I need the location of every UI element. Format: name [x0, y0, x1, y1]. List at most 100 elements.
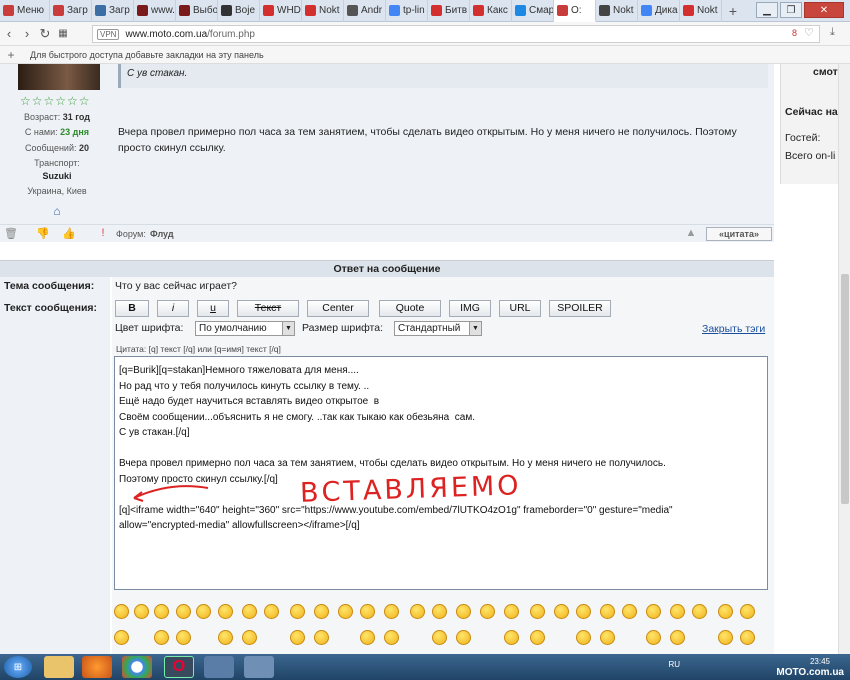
download-icon[interactable]: ⤓: [830, 26, 835, 39]
smiley-icon[interactable]: [314, 604, 329, 619]
smiley-icon[interactable]: [692, 604, 707, 619]
smiley-icon[interactable]: [480, 604, 495, 619]
smiley-icon[interactable]: [432, 604, 447, 619]
smiley-icon[interactable]: [338, 604, 353, 619]
forward-icon[interactable]: ›: [18, 26, 36, 41]
tab-16[interactable]: Nokt: [680, 0, 722, 22]
smiley-icon[interactable]: [360, 630, 375, 645]
smiley-icon[interactable]: [530, 604, 545, 619]
app-icon[interactable]: [204, 656, 234, 678]
back-icon[interactable]: ‹: [0, 26, 18, 41]
close-window-button[interactable]: ✕: [804, 2, 844, 18]
tab-1[interactable]: Загр: [50, 0, 92, 22]
smiley-icon[interactable]: [176, 630, 191, 645]
smiley-icon[interactable]: [600, 604, 615, 619]
smiley-icon[interactable]: [646, 630, 661, 645]
smiley-icon[interactable]: [456, 630, 471, 645]
smiley-icon[interactable]: [196, 604, 211, 619]
maximize-button[interactable]: ❐: [780, 2, 802, 18]
tab-3[interactable]: www.: [134, 0, 176, 22]
bold-button[interactable]: B: [115, 300, 149, 317]
tab-12[interactable]: Смар: [512, 0, 554, 22]
smiley-icon[interactable]: [134, 604, 149, 619]
smiley-icon[interactable]: [218, 604, 233, 619]
url-input[interactable]: VPN www.moto.com.ua/forum.php: [92, 25, 820, 43]
tab-10[interactable]: Битв: [428, 0, 470, 22]
center-button[interactable]: Center: [307, 300, 369, 317]
start-button[interactable]: ⊞: [4, 656, 32, 678]
smiley-icon[interactable]: [154, 630, 169, 645]
smiley-icon[interactable]: [114, 604, 129, 619]
smiley-icon[interactable]: [410, 604, 425, 619]
smiley-icon[interactable]: [384, 630, 399, 645]
smiley-icon[interactable]: [576, 604, 591, 619]
cite-button[interactable]: «цитата»: [706, 227, 772, 241]
close-tags-link[interactable]: Закрыть тэги: [702, 323, 765, 335]
img-button[interactable]: IMG: [449, 300, 491, 317]
tab-15[interactable]: Дика: [638, 0, 680, 22]
tab-13[interactable]: O:: [554, 0, 596, 22]
minimize-button[interactable]: ▁: [756, 2, 778, 18]
add-bookmark-icon[interactable]: +: [0, 48, 22, 62]
underline-button[interactable]: u: [197, 300, 229, 317]
smiley-icon[interactable]: [740, 604, 755, 619]
thumbs-up-icon[interactable]: 👍: [62, 227, 76, 240]
smiley-icon[interactable]: [176, 604, 191, 619]
smiley-icon[interactable]: [718, 604, 733, 619]
smiley-icon[interactable]: [670, 630, 685, 645]
font-color-select[interactable]: По умолчанию ▼: [195, 321, 295, 336]
reload-icon[interactable]: ↻: [36, 26, 54, 42]
smiley-icon[interactable]: [530, 630, 545, 645]
scroll-up-icon[interactable]: ▲: [684, 227, 698, 240]
smiley-icon[interactable]: [154, 604, 169, 619]
smiley-icon[interactable]: [242, 604, 257, 619]
quote-button[interactable]: Quote: [379, 300, 441, 317]
page-scrollbar[interactable]: [838, 64, 850, 654]
opera-icon[interactable]: O: [164, 656, 194, 678]
smiley-icon[interactable]: [504, 604, 519, 619]
smiley-icon[interactable]: [576, 630, 591, 645]
smiley-icon[interactable]: [290, 630, 305, 645]
smiley-icon[interactable]: [114, 630, 129, 645]
tab-0[interactable]: Меню: [0, 0, 50, 22]
tab-6[interactable]: WHD: [260, 0, 302, 22]
tab-2[interactable]: Загр: [92, 0, 134, 22]
language-indicator[interactable]: RU: [668, 660, 680, 670]
smiley-icon[interactable]: [290, 604, 305, 619]
tab-8[interactable]: Andr: [344, 0, 386, 22]
tab-9[interactable]: tp-lin: [386, 0, 428, 22]
url-button[interactable]: URL: [499, 300, 541, 317]
smiley-icon[interactable]: [670, 604, 685, 619]
trash-icon[interactable]: 🗑: [4, 227, 18, 240]
smiley-icon[interactable]: [600, 630, 615, 645]
smiley-icon[interactable]: [456, 604, 471, 619]
smiley-icon[interactable]: [264, 604, 279, 619]
smiley-icon[interactable]: [432, 630, 447, 645]
smiley-icon[interactable]: [314, 630, 329, 645]
smiley-icon[interactable]: [360, 604, 375, 619]
new-tab-button[interactable]: +: [722, 3, 744, 19]
tab-5[interactable]: Вoje: [218, 0, 260, 22]
smiley-icon[interactable]: [646, 604, 661, 619]
paint-icon[interactable]: [244, 656, 274, 678]
smiley-icon[interactable]: [554, 604, 569, 619]
italic-button[interactable]: i: [157, 300, 189, 317]
profile-icon[interactable]: ⌂: [0, 204, 114, 218]
chrome-icon[interactable]: [122, 656, 152, 678]
explorer-icon[interactable]: [44, 656, 74, 678]
tab-14[interactable]: Nokt: [596, 0, 638, 22]
spoiler-button[interactable]: SPOILER: [549, 300, 611, 317]
firefox-icon[interactable]: [82, 656, 112, 678]
smiley-icon[interactable]: [740, 630, 755, 645]
clock[interactable]: 23:45: [810, 657, 830, 666]
tab-7[interactable]: Nokt: [302, 0, 344, 22]
thumbs-down-icon[interactable]: 👎: [36, 227, 50, 240]
smiley-icon[interactable]: [242, 630, 257, 645]
tab-4[interactable]: Выбо: [176, 0, 218, 22]
forum-value[interactable]: Флуд: [150, 229, 174, 239]
report-icon[interactable]: !: [96, 227, 110, 240]
smiley-icon[interactable]: [218, 630, 233, 645]
smiley-icon[interactable]: [384, 604, 399, 619]
smiley-icon[interactable]: [504, 630, 519, 645]
smiley-icon[interactable]: [622, 604, 637, 619]
